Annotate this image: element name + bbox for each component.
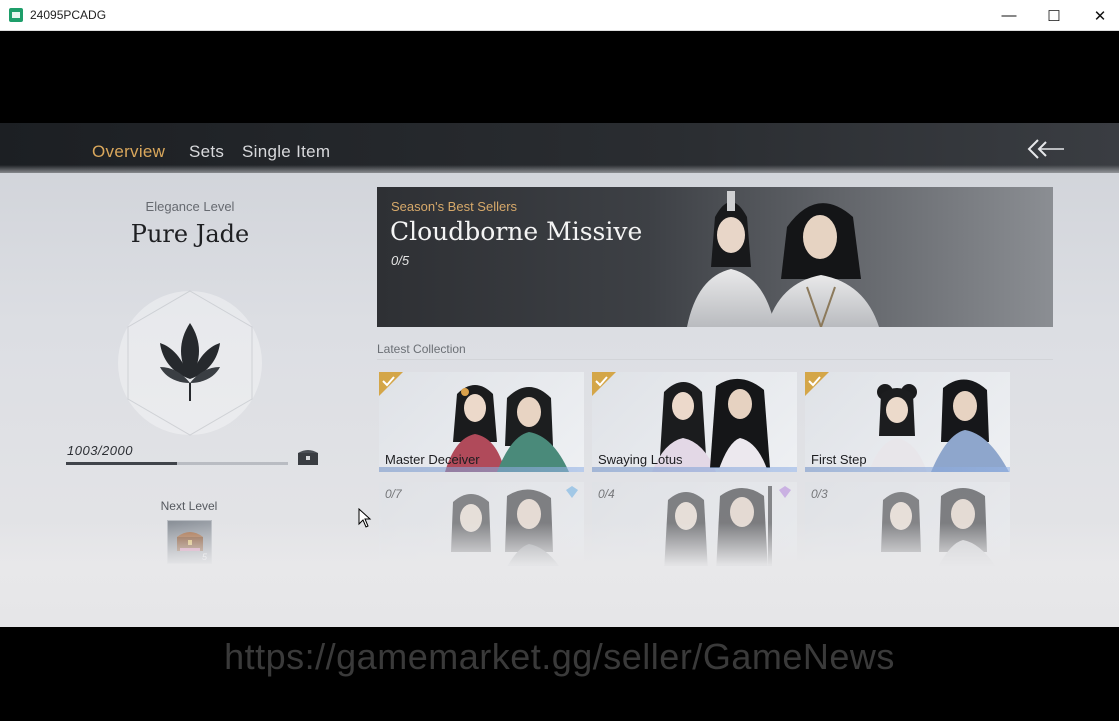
player-uid: ID: 4059566987 — [80, 608, 159, 620]
character-art — [664, 486, 772, 566]
collection-name: First Step — [811, 452, 867, 467]
latest-collection-label: Latest Collection — [377, 342, 466, 356]
collection-progress: 0/4 — [598, 487, 615, 501]
character-art — [881, 488, 996, 566]
gem-icon — [566, 486, 578, 498]
banner-character-art — [687, 191, 879, 327]
chest-icon[interactable] — [297, 448, 319, 466]
card-base-glow — [379, 467, 584, 472]
top-navigation-bar: Overview Sets Single Item — [0, 123, 1119, 173]
check-badge-icon — [379, 372, 403, 396]
close-button[interactable]: ✕ — [1077, 0, 1119, 31]
collection-name: Swaying Lotus — [598, 452, 683, 467]
next-level-label: Next Level — [160, 499, 218, 513]
collection-card[interactable]: 0/4 — [592, 482, 797, 566]
back-arrow-icon[interactable] — [1026, 137, 1066, 161]
divider — [377, 359, 1053, 360]
collection-card[interactable]: Swaying Lotus — [592, 372, 797, 472]
elegance-progress-fill — [66, 462, 178, 465]
check-badge-icon — [805, 372, 829, 396]
banner-subtitle: Season's Best Sellers — [391, 199, 518, 214]
watermark-url: https://gamemarket.gg/seller/GameNews — [224, 636, 895, 677]
check-badge-icon — [592, 372, 616, 396]
game-viewport: Overview Sets Single Item Elegance Level… — [0, 123, 1119, 627]
collection-progress: 0/7 — [385, 487, 402, 501]
character-art — [451, 489, 560, 566]
elegance-level-value: Pure Jade — [130, 220, 250, 248]
next-level-reward-item[interactable]: 5 — [167, 520, 212, 564]
collection-card[interactable]: 0/7 — [379, 482, 584, 566]
game-window: 24095PCADG — ☐ ✕ Overview Sets Single It… — [0, 0, 1119, 721]
banner-title: Cloudborne Missive — [390, 217, 643, 246]
banner-progress: 0/5 — [391, 253, 410, 268]
minimize-button[interactable]: — — [986, 0, 1032, 31]
best-sellers-banner[interactable]: Season's Best Sellers Cloudborne Missive… — [377, 187, 1053, 327]
tab-sets[interactable]: Sets — [189, 142, 224, 162]
lotus-emblem-icon — [118, 290, 262, 436]
reward-count: 5 — [201, 552, 207, 562]
title-bar: 24095PCADG — ☐ ✕ — [0, 0, 1119, 31]
elegance-progress-text: 1003/2000 — [67, 443, 133, 458]
tab-overview[interactable]: Overview — [92, 142, 165, 162]
collection-card[interactable]: 0/3 — [805, 482, 1010, 566]
card-base-glow — [805, 467, 1010, 472]
elegance-progress-bar — [66, 462, 288, 465]
collection-name: Master Deceiver — [385, 452, 480, 467]
elegance-level-label: Elegance Level — [145, 199, 235, 214]
app-icon — [9, 8, 23, 22]
maximize-button[interactable]: ☐ — [1031, 0, 1077, 31]
collection-progress: 0/3 — [811, 487, 828, 501]
tab-single-item[interactable]: Single Item — [242, 142, 330, 162]
collection-card[interactable]: Master Deceiver — [379, 372, 584, 472]
mouse-cursor-icon — [358, 508, 372, 528]
window-title: 24095PCADG — [30, 8, 107, 22]
card-base-glow — [592, 467, 797, 472]
collection-card[interactable]: First Step — [805, 372, 1010, 472]
gem-icon — [779, 486, 791, 498]
